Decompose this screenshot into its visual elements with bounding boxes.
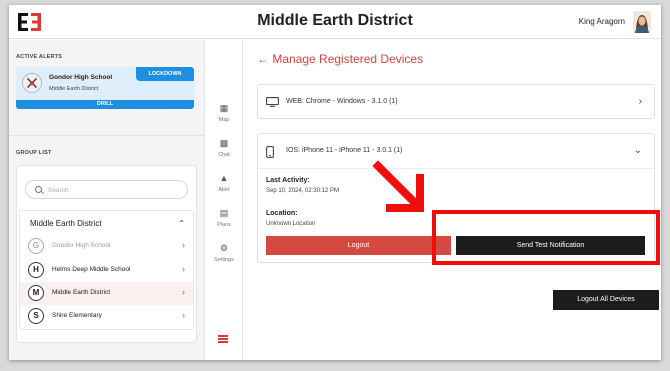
map-icon: ▦ [219,103,229,113]
nav-item-alert[interactable]: ▲ Alert [205,173,243,193]
group-initial-badge: S [28,308,44,324]
alert-icon: ▲ [219,173,229,183]
nav-label: Plans [217,222,231,228]
drill-status-bar: DRILL [16,100,194,109]
search-input[interactable] [48,185,178,195]
device-header[interactable]: IOS: iPhone 11 - iPhone 11 - 3.0.1 (1) ⌄ [258,134,654,168]
last-activity-label: Last Activity: [266,177,310,184]
nav-item-plans[interactable]: ▤ Plans [205,208,243,228]
group-item-gondor[interactable]: G Gondor High School › [20,235,193,258]
chevron-right-icon: › [182,310,185,320]
nav-item-chat[interactable]: ▩ Chat [205,138,243,158]
group-accordion: Middle Earth District ⌃ G Gondor High Sc… [19,210,194,330]
group-item-label: Middle Earth District [52,289,111,296]
search-icon [35,186,42,193]
user-avatar[interactable] [633,11,651,33]
group-initial-badge: H [28,262,44,278]
logout-button[interactable]: Logout [266,236,451,255]
group-initial-badge: G [28,238,44,254]
monitor-icon [266,97,279,107]
group-item-label: Helms Deep Middle School [52,266,131,273]
plans-icon: ▤ [219,208,229,218]
user-name[interactable]: King Aragorn [579,17,625,26]
sidebar-divider [9,135,204,136]
menu-icon[interactable] [218,335,228,344]
chat-icon: ▩ [219,138,229,148]
nav-item-settings[interactable]: ⚙ Settings [205,243,243,263]
nav-label: Chat [218,152,230,158]
chevron-up-icon[interactable]: ⌃ [178,219,185,228]
alert-school-name: Gondor High School [49,74,113,81]
nav-label: Settings [214,257,234,263]
group-title[interactable]: Middle Earth District [30,219,102,228]
group-list-label: GROUP LIST [16,150,52,156]
nav-item-map[interactable]: ▦ Map [205,103,243,123]
group-item-middle-earth[interactable]: M Middle Earth District › [20,282,193,305]
group-list-panel: Middle Earth District ⌃ G Gondor High Sc… [16,165,197,343]
search-box[interactable] [25,180,188,199]
chevron-right-icon: › [182,264,185,274]
chevron-right-icon: › [638,96,642,107]
chevron-right-icon: › [182,287,185,297]
annotation-arrow-icon [372,160,424,212]
device-header[interactable]: WEB: Chrome - Windows - 3.1.0 (1) › [258,85,654,119]
chevron-right-icon: › [182,240,185,250]
nav-label: Alert [218,187,230,193]
location-label: Location: [266,210,298,217]
top-header: Middle Earth District King Aragorn [9,5,661,39]
lockdown-badge: LOCKDOWN [136,67,194,81]
location-value: Unknown Location [266,221,316,227]
logout-all-devices-button[interactable]: Logout All Devices [553,290,659,310]
page-title[interactable]: ← Manage Registered Devices [257,52,423,66]
group-item-label: Gondor High School [52,242,111,249]
annotation-highlight-box [432,210,660,265]
last-activity-value: Sep 10, 2024, 02:30:12 PM [266,188,340,194]
device-name: IOS: iPhone 11 - iPhone 11 - 3.0.1 (1) [286,147,403,154]
lockdown-icon [22,73,42,93]
alert-district-name: Middle Earth District [49,86,99,92]
group-item-label: Shire Elementary [52,312,102,319]
left-sidebar: ACTIVE ALERTS Gondor High School Middle … [9,40,205,360]
device-divider [258,168,654,169]
settings-icon: ⚙ [219,243,229,253]
phone-icon [266,146,274,158]
chevron-down-icon: ⌄ [633,145,642,156]
page-title-text: Manage Registered Devices [272,52,424,66]
nav-label: Map [218,117,230,123]
icon-nav: ▦ Map ▩ Chat ▲ Alert ▤ Plans ⚙ Settings [205,40,243,360]
active-alerts-label: ACTIVE ALERTS [16,54,63,60]
device-name: WEB: Chrome - Windows - 3.1.0 (1) [286,98,398,105]
app-window: Middle Earth District King Aragorn ACTIV… [9,5,661,360]
group-initial-badge: M [28,285,44,301]
device-card-web[interactable]: WEB: Chrome - Windows - 3.1.0 (1) › [257,84,655,119]
back-arrow-icon[interactable]: ← [257,52,269,66]
group-item-helms-deep[interactable]: H Helms Deep Middle School › [20,259,193,282]
district-title: Middle Earth District [257,12,413,29]
group-item-shire[interactable]: S Shire Elementary › [20,305,193,328]
active-alert-card[interactable]: Gondor High School Middle Earth District… [16,67,194,109]
main-content: ← Manage Registered Devices WEB: Chrome … [244,40,661,360]
